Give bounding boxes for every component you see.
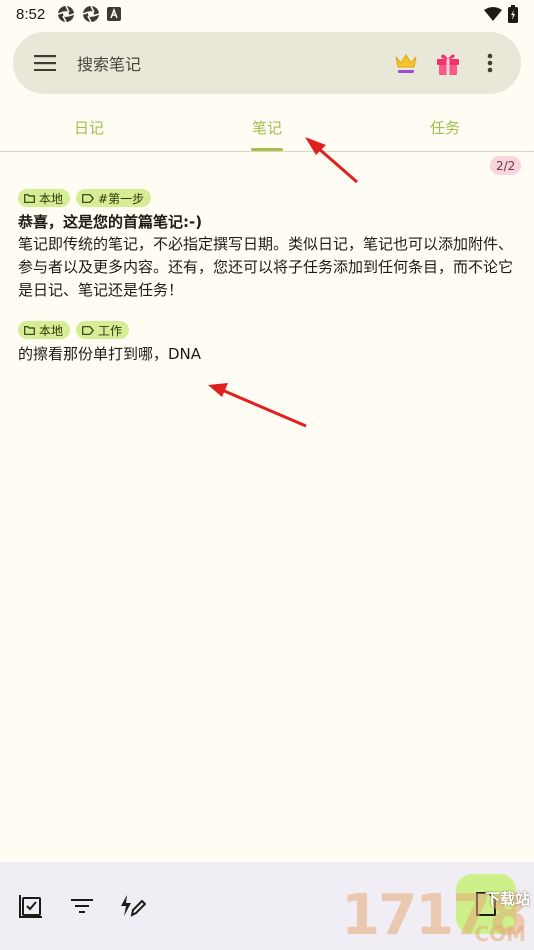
annotation-arrow-icon (208, 383, 307, 428)
bottom-app-bar (0, 862, 534, 950)
add-note-button[interactable] (456, 874, 516, 934)
annotation-arrow-icon (305, 137, 358, 184)
checklist-icon[interactable] (18, 893, 44, 919)
filter-icon[interactable] (69, 893, 95, 919)
add-note-icon (476, 892, 496, 916)
quick-edit-icon[interactable] (120, 893, 146, 919)
annotation-arrows (208, 137, 358, 428)
